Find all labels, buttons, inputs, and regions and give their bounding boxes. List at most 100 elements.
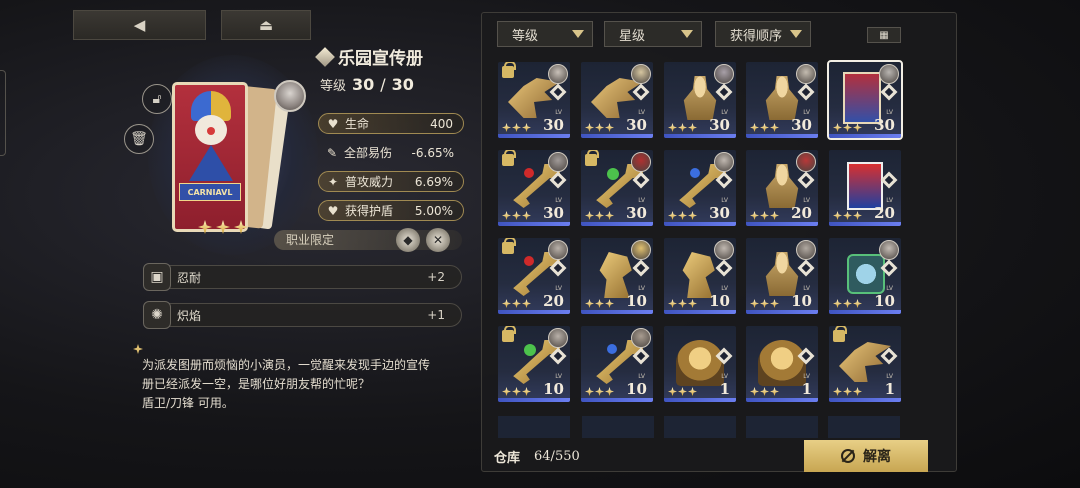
stat-name: 获得护盾	[345, 204, 394, 218]
tile-level: 30	[626, 204, 647, 222]
lv-tag: LV	[803, 285, 810, 292]
inventory-tile[interactable]: LV 10	[746, 238, 818, 314]
inventory-tile[interactable]: LV 30	[498, 150, 570, 226]
rarity-icon	[632, 259, 650, 277]
equipped-character-avatar[interactable]	[274, 80, 306, 112]
blade-class-icon[interactable]: ✕	[426, 228, 450, 252]
description-line: 册已经派发一空，是哪位好朋友帮的忙呢？	[142, 377, 371, 391]
item-description: 为派发图册而烦恼的小演员，一觉醒来发现手边的宣传 册已经派发一空，是哪位好朋友帮…	[142, 356, 482, 413]
star-icon	[198, 220, 212, 234]
dismantle-button[interactable]: 解离	[804, 440, 928, 472]
tile-stars	[502, 211, 531, 220]
guardian-class-icon[interactable]: ◆	[396, 228, 420, 252]
jester-nose	[207, 127, 215, 135]
tile-level: 10	[626, 380, 647, 398]
inventory-tile[interactable]: LV 1	[829, 326, 901, 402]
tile-stars	[502, 387, 531, 396]
owner-avatar	[548, 152, 568, 172]
star-icon	[770, 387, 779, 396]
sort-order-dropdown[interactable]: 获得顺序	[715, 21, 811, 47]
owner-avatar	[796, 152, 816, 172]
inventory-tile[interactable]: LV 1	[746, 326, 818, 402]
tile-level: 30	[626, 116, 647, 134]
lv-tag: LV	[721, 285, 728, 292]
tile-stars	[833, 123, 862, 132]
lv-tag: LV	[555, 109, 562, 116]
owner-avatar	[631, 152, 651, 172]
inventory-tile[interactable]: LV 1	[664, 326, 736, 402]
rarity-bar	[829, 310, 901, 314]
level-separator: /	[380, 75, 386, 94]
star-icon	[770, 211, 779, 220]
star-icon	[833, 387, 842, 396]
grid-view-toggle[interactable]: ▦	[867, 27, 901, 43]
sort-star-dropdown[interactable]: 星级	[604, 21, 702, 47]
inventory-tile[interactable]: LV 30	[664, 62, 736, 138]
star-icon	[750, 211, 759, 220]
stat-value: 6.69%	[414, 174, 453, 189]
star-icon	[668, 211, 677, 220]
level-label: 等级	[320, 79, 347, 94]
filter-label: 等级	[512, 28, 539, 44]
stat-row: ✦ 普攻威力 6.69%	[318, 171, 464, 192]
star-icon	[585, 387, 594, 396]
inventory-tile[interactable]: LV 30	[827, 60, 903, 140]
star-icon	[668, 123, 677, 132]
star-icon	[853, 211, 862, 220]
endurance-icon: ▣	[143, 263, 171, 291]
inventory-tile[interactable]: LV 20	[746, 150, 818, 226]
gem-icon	[524, 168, 534, 178]
sort-level-dropdown[interactable]: 等级	[497, 21, 593, 47]
owner-avatar	[631, 240, 651, 260]
inventory-tile[interactable]: LV 10	[581, 326, 653, 402]
shield-heart-icon: ♥	[327, 203, 339, 218]
owner-avatar	[714, 240, 734, 260]
rarity-bar	[664, 134, 736, 138]
star-icon	[522, 211, 531, 220]
bust-item-art	[683, 76, 717, 120]
tile-stars	[668, 299, 697, 308]
inventory-tile[interactable]: LV 30	[664, 150, 736, 226]
inventory-tile[interactable]: LV 30	[581, 150, 653, 226]
skill-row[interactable]: ▣ 忍耐 +2	[143, 263, 462, 291]
inventory-tile[interactable]: LV 30	[746, 62, 818, 138]
inventory-tile[interactable]: LV 20	[829, 150, 901, 226]
lv-tag: LV	[555, 373, 562, 380]
star-icon	[512, 123, 521, 132]
star-icon	[678, 387, 687, 396]
inventory-tile[interactable]: LV 30	[581, 62, 653, 138]
inventory-tile[interactable]: LV 20	[498, 238, 570, 314]
skill-row[interactable]: ✺ 炽焰 +1	[143, 301, 462, 329]
gem-icon	[524, 256, 534, 266]
skill-name: 炽焰	[177, 308, 202, 323]
rarity-icon	[880, 171, 898, 189]
home-button[interactable]: ⏏	[221, 10, 311, 40]
wing-item-art	[839, 342, 891, 382]
tile-level: 20	[874, 204, 895, 222]
star-icon	[750, 123, 759, 132]
description-line: 盾卫/刀锋 可用。	[142, 396, 234, 410]
owner-avatar	[796, 240, 816, 260]
star-icon	[585, 211, 594, 220]
stat-name: 全部易伤	[344, 146, 393, 160]
lv-tag: LV	[803, 109, 810, 116]
discard-button[interactable]: 🗑︎	[124, 124, 154, 154]
dismantle-icon	[841, 449, 855, 463]
inventory-tile[interactable]: LV 10	[498, 326, 570, 402]
inventory-tile[interactable]: LV 10	[581, 238, 653, 314]
tile-level: 1	[884, 380, 895, 398]
star-icon	[853, 299, 862, 308]
inventory-tile[interactable]: LV 30	[498, 62, 570, 138]
rarity-bar	[664, 398, 736, 402]
star-icon	[688, 123, 697, 132]
tile-stars	[833, 387, 862, 396]
lock-button[interactable]: 🔓︎	[142, 84, 172, 114]
inventory-tile[interactable]: LV 10	[664, 238, 736, 314]
star-icon	[502, 299, 511, 308]
lv-tag: LV	[886, 285, 893, 292]
inventory-tile[interactable]: LV 10	[829, 238, 901, 314]
back-button[interactable]: ◀	[73, 10, 206, 40]
star-icon	[750, 299, 759, 308]
rarity-bar	[746, 134, 818, 138]
side-drawer-handle[interactable]	[0, 70, 6, 156]
